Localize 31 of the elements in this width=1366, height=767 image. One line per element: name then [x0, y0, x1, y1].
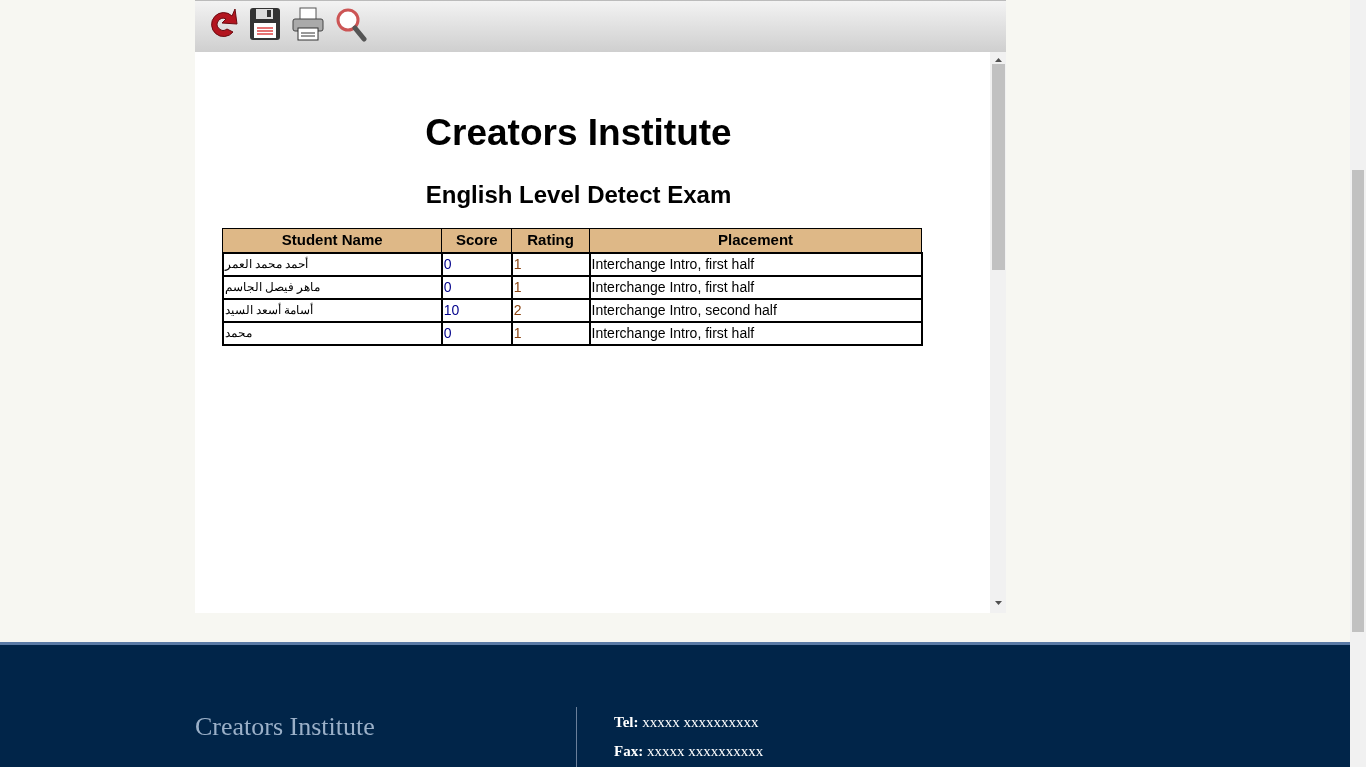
- table-cell: أحمد محمد العمر: [222, 252, 442, 276]
- table-cell: محمد: [222, 321, 442, 345]
- table-cell: Interchange Intro, first half: [589, 321, 922, 345]
- report-subtitle: English Level Detect Exam: [425, 180, 732, 210]
- table-cell: 10: [441, 298, 512, 322]
- table-cell: Interchange Intro, first half: [589, 275, 922, 299]
- column-header: Score: [441, 228, 512, 253]
- footer-institute-name: Creators Institute: [195, 711, 376, 743]
- search-icon[interactable]: [335, 6, 367, 42]
- table-cell: 2: [511, 298, 590, 322]
- table-cell: ماهر فيصل الجاسم: [222, 275, 442, 299]
- report-title: Creators Institute: [425, 114, 732, 151]
- table-cell: 0: [441, 252, 512, 276]
- column-header: Rating: [511, 228, 590, 253]
- scrollbar[interactable]: [990, 52, 1006, 613]
- column-header: Placement: [589, 228, 922, 253]
- table-cell: 0: [441, 275, 512, 299]
- page-scrollbar[interactable]: [1350, 0, 1366, 767]
- table-cell: Interchange Intro, second half: [589, 298, 922, 322]
- table-cell: 1: [511, 321, 590, 345]
- scroll-up-arrow-icon[interactable]: [994, 58, 1002, 62]
- table-cell: أسامة أسعد السيد: [222, 298, 442, 322]
- table-cell: 0: [441, 321, 512, 345]
- contact-line: Fax: xxxxx xxxxxxxxxx: [614, 741, 764, 761]
- table-cell: 1: [511, 252, 590, 276]
- contact-line: Tel: xxxxx xxxxxxxxxx: [614, 713, 760, 732]
- table-cell: 1: [511, 275, 590, 299]
- table-cell: Interchange Intro, first half: [589, 252, 922, 276]
- column-header: Student Name: [222, 228, 442, 253]
- scroll-down-arrow-icon[interactable]: [994, 601, 1002, 605]
- printer-icon[interactable]: [291, 6, 325, 42]
